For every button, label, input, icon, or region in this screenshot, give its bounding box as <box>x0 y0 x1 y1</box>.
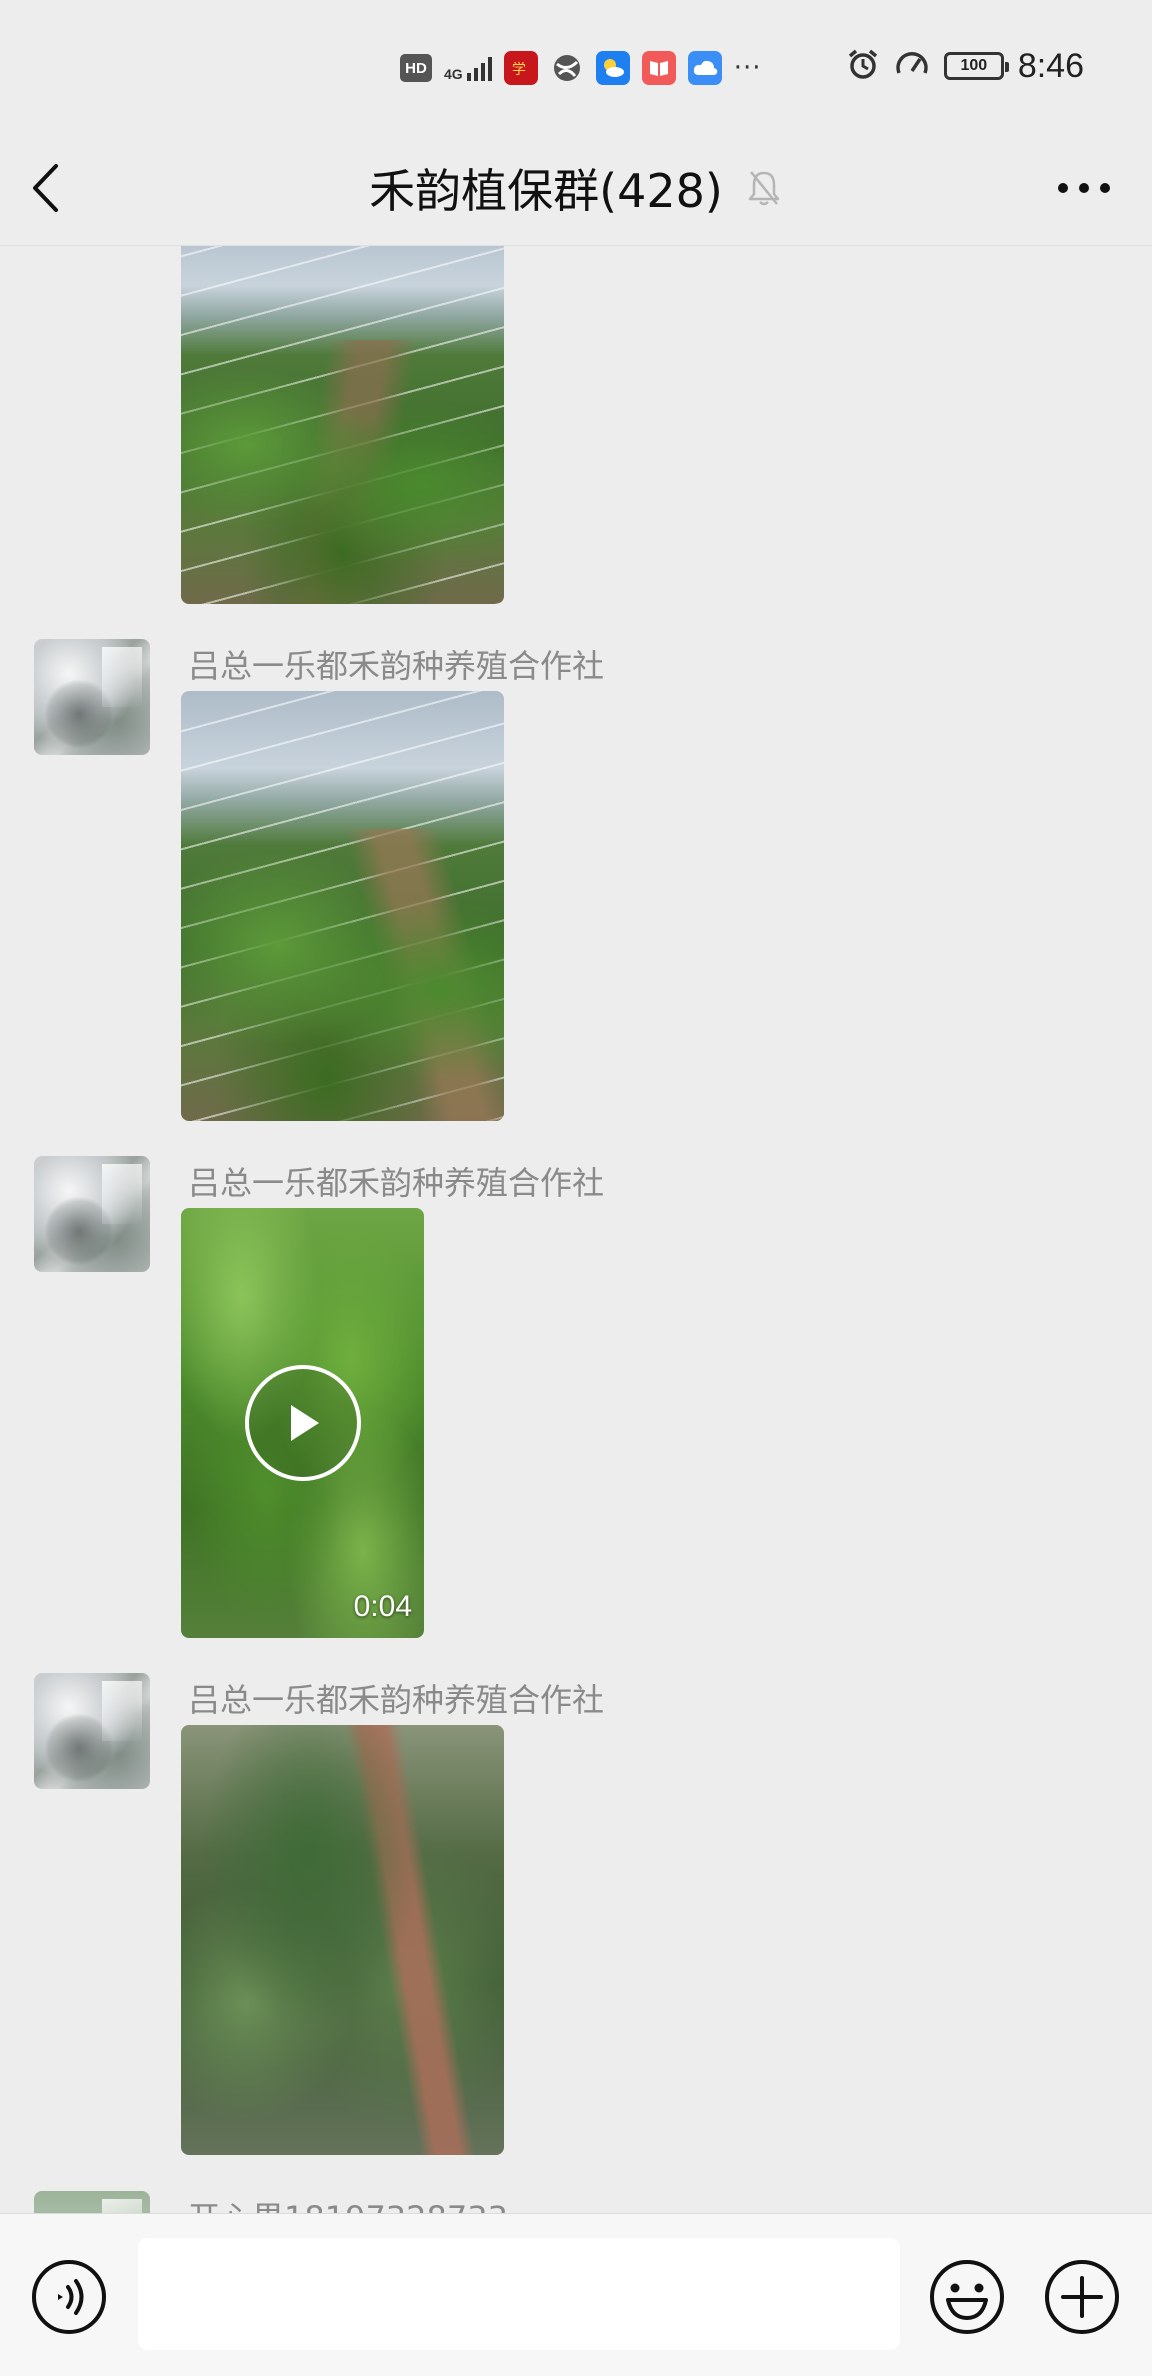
sender-name: 开心果18197328733 <box>188 2193 508 2213</box>
sender-name: 吕总一乐都禾韵种养殖合作社 <box>188 1681 605 1719</box>
nav-title-group: 禾韵植保群(428) <box>0 130 1152 246</box>
message-video[interactable]: 0:04 <box>181 1208 424 1638</box>
signal-icon <box>466 55 492 81</box>
input-bar <box>0 2213 1152 2376</box>
book-icon <box>641 51 676 85</box>
browser-icon <box>550 51 584 85</box>
more-button[interactable] <box>1054 168 1114 208</box>
message-image[interactable] <box>181 246 504 604</box>
message-input[interactable] <box>138 2238 900 2350</box>
message-image[interactable] <box>181 691 504 1121</box>
chat-message-list[interactable]: 吕总一乐都禾韵种养殖合作社 吕总一乐都禾韵种养殖合作社 0:04 吕总一乐都禾韵… <box>0 246 1152 2213</box>
video-duration: 0:04 <box>353 1590 412 1623</box>
study-app-icon: 学 <box>503 51 538 85</box>
emoji-icon <box>930 2260 1004 2334</box>
more-dots-icon <box>1058 183 1110 193</box>
status-bar: HD 4G 学 ··· 100 8:46 <box>0 0 1152 130</box>
sender-name: 吕总一乐都禾韵种养殖合作社 <box>188 647 605 685</box>
network-indicator: 4G <box>444 55 492 81</box>
play-icon <box>290 1405 319 1441</box>
status-time: 8:46 <box>1017 46 1084 85</box>
more-functions-button[interactable] <box>1043 2258 1121 2336</box>
message-image[interactable] <box>181 1725 504 2155</box>
weather-icon <box>595 51 630 85</box>
battery-indicator: 100 <box>943 52 1009 80</box>
network-type: 4G <box>444 66 463 82</box>
plus-icon <box>1045 2260 1119 2334</box>
hd-badge: HD <box>400 54 432 82</box>
avatar[interactable] <box>34 639 150 755</box>
svg-text:学: 学 <box>512 62 526 78</box>
page-title: 禾韵植保群(428) <box>369 164 723 218</box>
avatar[interactable] <box>34 1673 150 1789</box>
sender-name: 吕总一乐都禾韵种养殖合作社 <box>188 1164 605 1202</box>
alarm-icon <box>846 47 880 85</box>
video-play-button[interactable] <box>244 1365 361 1481</box>
status-left-group: HD 4G 学 ··· <box>400 48 761 88</box>
cloud-icon <box>687 51 722 85</box>
speed-icon <box>894 47 930 85</box>
avatar[interactable] <box>34 2191 150 2213</box>
voice-icon <box>32 2260 106 2334</box>
voice-input-button[interactable] <box>30 2258 108 2336</box>
avatar[interactable] <box>34 1156 150 1272</box>
status-more-indicator: ··· <box>733 53 762 83</box>
nav-bar: 禾韵植保群(428) <box>0 130 1152 246</box>
status-right-group: 100 8:46 <box>846 46 1084 86</box>
mute-bell-icon <box>748 171 780 206</box>
emoji-button[interactable] <box>928 2258 1006 2336</box>
